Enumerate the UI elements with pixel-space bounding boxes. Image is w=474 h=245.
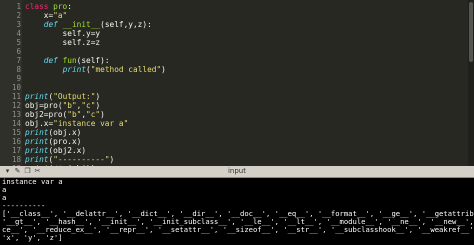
- code-token: x=: [25, 11, 54, 20]
- line-number: 15: [11, 128, 21, 137]
- code-token: "a": [53, 11, 68, 20]
- line-number: 17: [11, 146, 21, 155]
- line-number: 2: [16, 11, 21, 20]
- line-number: 1: [16, 2, 21, 11]
- line-number-gutter: 12345678910111213141516171819: [0, 0, 22, 166]
- code-token: ): [95, 101, 101, 110]
- code-token: obj.x=: [25, 119, 54, 128]
- console-output[interactable]: instance var a a a ---------- ['__class__', …: [0, 178, 474, 245]
- code-token: "instance var a": [53, 119, 129, 128]
- code-line[interactable]: print(pro.x): [25, 137, 81, 146]
- editor-scrollbar-thumb[interactable]: [469, 2, 473, 62]
- line-number: 13: [11, 110, 21, 119]
- code-token: (obj2.x): [48, 146, 87, 155]
- code-token: "b": [62, 101, 77, 110]
- code-token: ): [161, 65, 166, 74]
- code-token: print: [25, 92, 49, 101]
- code-token: (pro.x): [48, 137, 82, 146]
- line-number: 7: [16, 56, 21, 65]
- code-token: "----------": [53, 155, 110, 164]
- code-token: obj2=pro(: [25, 110, 68, 119]
- line-number: 11: [11, 92, 21, 101]
- line-number: 9: [16, 74, 21, 83]
- code-token: (self,y,z):: [100, 20, 152, 29]
- code-token: self.y=y: [25, 29, 101, 38]
- line-number: 12: [11, 101, 21, 110]
- line-number: 10: [11, 83, 21, 92]
- console-title: input: [227, 167, 246, 175]
- code-token: (self):: [76, 56, 110, 65]
- console-output-line: 'x', 'y', 'z']: [2, 233, 63, 242]
- code-token: def: [43, 20, 63, 29]
- code-line[interactable]: print("method called"): [25, 65, 166, 74]
- code-token: pro: [53, 2, 68, 11]
- code-token: self.z=z: [25, 38, 101, 47]
- code-token: fun: [62, 56, 77, 65]
- code-line[interactable]: obj.x="instance var a": [25, 119, 128, 128]
- line-number: 5: [16, 38, 21, 47]
- code-token: "b": [67, 110, 82, 119]
- code-line[interactable]: def __init__(self,y,z):: [25, 20, 152, 29]
- code-token: "c": [81, 101, 96, 110]
- code-token: print: [25, 146, 49, 155]
- code-token: "c": [86, 110, 101, 119]
- console-output-line: a: [2, 193, 7, 202]
- code-line[interactable]: print("----------"): [25, 155, 114, 164]
- code-token: print: [25, 137, 49, 146]
- code-token: def: [43, 56, 63, 65]
- code-line[interactable]: print(obj2.x): [25, 146, 86, 155]
- code-line[interactable]: obj2=pro("b","c"): [25, 110, 105, 119]
- code-token: __init__: [62, 20, 101, 29]
- console-output-line: ce__', '__reduce_ex__', '__repr__', '__s…: [2, 225, 474, 234]
- line-number: 18: [11, 155, 21, 164]
- code-line[interactable]: self.z=z: [25, 38, 101, 47]
- code-line[interactable]: x="a": [25, 11, 68, 20]
- code-token: (obj.x): [48, 128, 82, 137]
- console-output-line: instance var a: [2, 178, 63, 186]
- code-editor[interactable]: 12345678910111213141516171819 class pro:…: [0, 0, 474, 166]
- code-token: print: [62, 65, 87, 74]
- code-line[interactable]: print("Output:"): [25, 92, 100, 101]
- line-number: 16: [11, 137, 21, 146]
- code-token: ): [100, 110, 105, 119]
- code-token: :: [67, 2, 72, 11]
- code-line[interactable]: def fun(self):: [25, 56, 110, 65]
- code-line[interactable]: print(obj.x): [25, 128, 81, 137]
- line-number: 8: [16, 65, 21, 74]
- editor-scrollbar[interactable]: [468, 0, 474, 166]
- code-token: obj=pro(: [25, 101, 63, 110]
- code-line[interactable]: class pro:: [25, 2, 72, 11]
- line-number: 6: [16, 47, 21, 56]
- line-number: 3: [16, 20, 21, 29]
- line-number: 4: [16, 29, 21, 38]
- code-token: "method called": [90, 65, 162, 74]
- code-token: "Output:": [53, 92, 96, 101]
- console-toolbar: ▾ ✎ ❐ ✂ input: [0, 166, 474, 178]
- code-line[interactable]: obj=pro("b","c"): [25, 101, 100, 110]
- code-token: print: [25, 155, 49, 164]
- code-token: class: [25, 2, 54, 11]
- code-token: ): [95, 92, 101, 101]
- console-output-line: a: [2, 185, 7, 194]
- code-token: ): [109, 155, 115, 164]
- line-number: 14: [11, 119, 21, 128]
- code-line[interactable]: self.y=y: [25, 29, 101, 38]
- code-token: print: [25, 128, 49, 137]
